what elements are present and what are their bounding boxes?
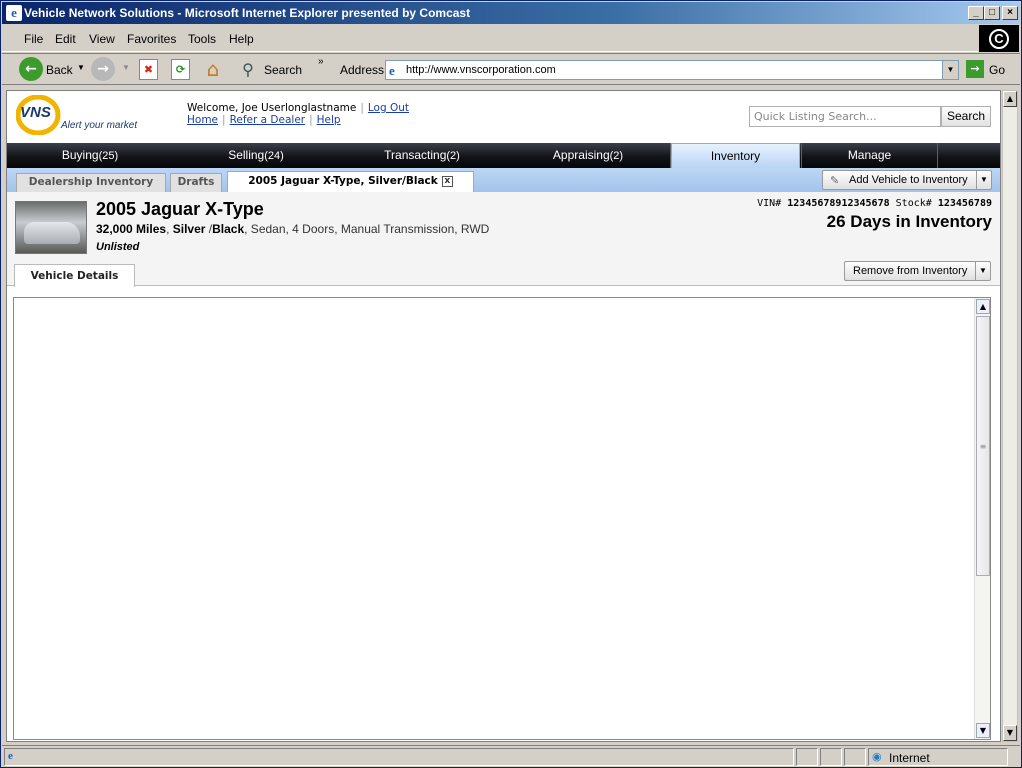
details-content-pane: ▲ ≡ ▼	[13, 297, 991, 740]
tab-inventory[interactable]: Inventory	[671, 143, 800, 168]
menu-file[interactable]: File	[24, 32, 43, 46]
page-icon: e	[389, 63, 395, 78]
status-message: e	[4, 748, 794, 766]
refer-dealer-link[interactable]: Refer a Dealer	[230, 114, 306, 126]
tab-vehicle-details[interactable]: Vehicle Details	[14, 264, 135, 287]
search-button[interactable]: Search	[264, 63, 302, 77]
main-nav: Buying(25) Selling(24) Transacting(2) Ap…	[7, 143, 1000, 168]
remove-inventory-button[interactable]: Remove from Inventory ▼	[844, 261, 991, 281]
window-title: Vehicle Network Solutions - Microsoft In…	[24, 6, 471, 20]
close-button[interactable]: ×	[1002, 6, 1018, 20]
ie-logo-icon: e	[6, 5, 22, 21]
svg-text:VNS: VNS	[20, 104, 51, 121]
tab-appraising[interactable]: Appraising(2)	[505, 143, 671, 168]
welcome-name: Welcome, Joe Userlonglastname	[187, 102, 357, 114]
go-arrow-icon[interactable]: →	[966, 60, 984, 78]
add-vehicle-button[interactable]: ✎ Add Vehicle to Inventory ▼	[822, 170, 992, 190]
page-status-icon: e	[8, 750, 13, 762]
remove-dropdown-icon[interactable]: ▼	[975, 262, 990, 280]
quick-search-button[interactable]: Search	[941, 106, 991, 127]
stop-icon[interactable]: ✖	[139, 59, 158, 80]
ie-toolbar: ← Back ▼ → ▼ ✖ ⟳ ⌂ ⚲ Search » Address e …	[2, 53, 1020, 85]
address-input[interactable]: e http://www.vnscorporation.com ▼	[385, 60, 959, 80]
window-scroll-down-icon[interactable]: ▼	[1003, 725, 1017, 741]
address-dropdown-icon[interactable]: ▼	[942, 61, 958, 79]
toolbar-overflow-icon[interactable]: »	[318, 56, 324, 67]
minimize-button[interactable]: _	[968, 6, 984, 20]
site-header: VNS Alert your market Welcome, Joe Userl…	[7, 91, 1000, 143]
zone-text: Internet	[889, 751, 930, 765]
address-label: Address	[340, 63, 385, 77]
search-magnifier-icon[interactable]: ⚲	[236, 58, 260, 82]
scroll-thumb[interactable]: ≡	[976, 316, 990, 576]
subtab-dealership-inventory[interactable]: Dealership Inventory	[16, 173, 166, 192]
sub-tab-bar: Dealership Inventory Drafts 2005 Jaguar …	[7, 168, 1000, 192]
tagline: Alert your market	[61, 120, 138, 131]
comcast-logo-icon: C	[979, 25, 1019, 52]
globe-icon: ◉	[872, 750, 882, 763]
close-tab-icon[interactable]: x	[441, 176, 453, 187]
home-link[interactable]: Home	[187, 114, 218, 126]
tab-manage[interactable]: Manage	[802, 143, 937, 168]
days-in-inventory: 26 Days in Inventory	[826, 212, 992, 231]
title-bar: e Vehicle Network Solutions - Microsoft …	[2, 2, 1020, 24]
detail-tabs: Vehicle Details Remove from Inventory ▼	[7, 260, 1000, 287]
menu-view[interactable]: View	[89, 32, 115, 46]
welcome-text: Welcome, Joe Userlonglastname | Log Out	[187, 102, 410, 114]
menu-edit[interactable]: Edit	[55, 32, 76, 46]
back-button[interactable]: Back	[46, 63, 73, 77]
scroll-down-icon[interactable]: ▼	[976, 723, 990, 738]
vin-stock: VIN# 12345678912345678 Stock# 123456789	[757, 198, 992, 209]
subtab-drafts[interactable]: Drafts	[170, 173, 222, 192]
status-bar: e ◉ Internet	[2, 745, 1020, 767]
listing-status: Unlisted	[96, 241, 140, 253]
go-button[interactable]: Go	[989, 63, 1005, 77]
notepad-icon: ✎	[830, 175, 840, 187]
home-icon[interactable]: ⌂	[201, 57, 225, 81]
window-scroll-up-icon[interactable]: ▲	[1003, 91, 1017, 107]
vehicle-summary: 2005 Jaguar X-Type 32,000 Miles, Silver …	[7, 192, 1000, 260]
web-page: VNS Alert your market Welcome, Joe Userl…	[6, 90, 1001, 742]
tab-buying[interactable]: Buying(25)	[7, 143, 173, 168]
menu-tools[interactable]: Tools	[188, 32, 216, 46]
refresh-icon[interactable]: ⟳	[171, 59, 190, 80]
tab-transacting[interactable]: Transacting(2)	[339, 143, 505, 168]
forward-arrow-icon[interactable]: →	[91, 57, 115, 81]
add-vehicle-dropdown-icon[interactable]: ▼	[976, 171, 991, 189]
forward-dropdown-icon[interactable]: ▼	[122, 63, 130, 72]
vehicle-photo[interactable]	[15, 201, 87, 254]
logout-link[interactable]: Log Out	[368, 102, 409, 114]
vehicle-description: 32,000 Miles, Silver /Black, Sedan, 4 Do…	[96, 222, 490, 236]
subtab-current-vehicle[interactable]: 2005 Jaguar X-Type, Silver/Black x	[227, 171, 474, 192]
help-link[interactable]: Help	[317, 114, 341, 126]
zone-panel: ◉ Internet	[868, 748, 1008, 766]
menu-favorites[interactable]: Favorites	[127, 32, 176, 46]
quick-search-input[interactable]: Quick Listing Search...	[749, 106, 941, 127]
content-scrollbar[interactable]: ▲ ≡ ▼	[974, 298, 990, 739]
header-links: Home | Refer a Dealer | Help	[187, 114, 341, 126]
tab-selling[interactable]: Selling(24)	[173, 143, 339, 168]
back-dropdown-icon[interactable]: ▼	[77, 63, 85, 72]
maximize-button[interactable]: □	[984, 6, 1000, 20]
window-scrollbar[interactable]: ▲ ▼	[1002, 90, 1018, 742]
menu-bar: File Edit View Favorites Tools Help	[2, 25, 978, 52]
browser-window: e Vehicle Network Solutions - Microsoft …	[0, 0, 1022, 768]
url-text: http://www.vnscorporation.com	[406, 64, 556, 76]
vehicle-title: 2005 Jaguar X-Type	[96, 199, 264, 219]
menu-help[interactable]: Help	[229, 32, 254, 46]
back-arrow-icon[interactable]: ←	[19, 57, 43, 81]
vns-logo: VNS	[15, 94, 66, 136]
scroll-up-icon[interactable]: ▲	[976, 299, 990, 314]
